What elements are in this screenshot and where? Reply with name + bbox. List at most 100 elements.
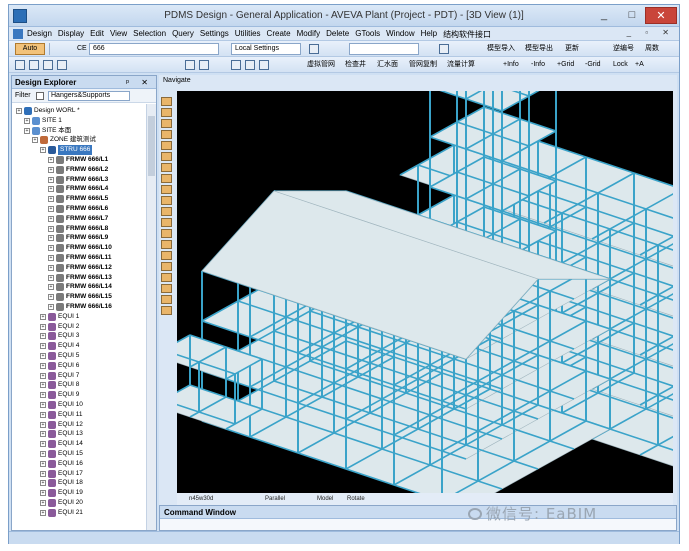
tree-node[interactable]: + FRMW 666/L9 <box>48 233 108 243</box>
expand-icon[interactable]: + <box>40 460 46 467</box>
view-tool-icon[interactable] <box>161 130 172 139</box>
tree-node[interactable]: + EQUI 15 <box>40 449 83 459</box>
expand-icon[interactable]: + <box>48 196 54 203</box>
menu-item[interactable]: Help <box>421 29 437 40</box>
minus-info-button[interactable]: -Info <box>531 59 545 71</box>
week-button[interactable]: 周数 <box>645 43 659 55</box>
view-tool-icon[interactable] <box>161 207 172 216</box>
tree-node[interactable]: + EQUI 10 <box>40 400 83 410</box>
expand-icon[interactable]: + <box>40 353 46 359</box>
view-tool-icon[interactable] <box>161 141 172 150</box>
tree-node[interactable]: + SITE 本面 <box>24 126 71 136</box>
document-icon[interactable] <box>13 29 23 39</box>
tree-node[interactable]: + EQUI 14 <box>40 439 83 449</box>
explorer-scrollbar[interactable] <box>146 104 156 530</box>
tree-node[interactable]: + EQUI 17 <box>40 469 83 479</box>
view-tool-icon[interactable] <box>161 295 172 304</box>
expand-icon[interactable]: + <box>48 304 54 310</box>
view-tool-icon[interactable] <box>161 185 172 194</box>
tree-node[interactable]: + FRMW 666/L1 <box>48 155 108 165</box>
plus-a-button[interactable]: +A <box>635 59 644 71</box>
expand-icon[interactable]: + <box>24 117 30 124</box>
tree-node[interactable]: + EQUI 12 <box>40 420 83 430</box>
plus-info-button[interactable]: +Info <box>503 59 519 71</box>
menu-item[interactable]: Delete <box>326 29 349 40</box>
renumber-button[interactable]: 逆编号 <box>613 43 634 55</box>
expand-icon[interactable]: + <box>40 490 46 497</box>
tree-node[interactable]: + FRMW 666/L2 <box>48 165 108 175</box>
print-icon[interactable] <box>43 60 53 70</box>
view-tool-icon[interactable] <box>161 97 172 106</box>
tree-node[interactable]: + EQUI 6 <box>40 361 79 371</box>
model-export-button[interactable]: 模型导出 <box>525 43 553 55</box>
flow-calc-button[interactable]: 流量计算 <box>447 59 475 71</box>
mdi-controls[interactable]: _ ▫ ✕ <box>627 28 675 37</box>
title-bar[interactable]: PDMS Design - General Application - AVEV… <box>9 5 679 27</box>
pointer-icon[interactable] <box>231 60 241 70</box>
tree-node[interactable]: + SITE 1 <box>24 116 62 126</box>
inspection-well-button[interactable]: 检查井 <box>345 59 366 71</box>
view-tool-icon[interactable] <box>161 262 172 271</box>
expand-icon[interactable]: + <box>48 245 54 252</box>
view-tool-icon[interactable] <box>161 284 172 293</box>
tree-node[interactable]: + FRMW 666/L3 <box>48 175 108 185</box>
element-select[interactable] <box>349 43 419 55</box>
explorer-controls[interactable]: ᵖ ✕ <box>126 76 153 89</box>
tree-node[interactable]: + ZONE 建筑测试 <box>32 135 96 145</box>
play-icon[interactable] <box>259 60 269 70</box>
view-tool-icon[interactable] <box>161 240 172 249</box>
expand-icon[interactable]: + <box>40 147 46 154</box>
tree-node[interactable]: + FRMW 666/L11 <box>48 253 112 263</box>
view-tool-icon[interactable] <box>161 108 172 117</box>
select-icon[interactable] <box>185 60 195 70</box>
expand-icon[interactable]: + <box>40 362 46 369</box>
expand-icon[interactable]: + <box>40 411 46 418</box>
scrollbar-thumb[interactable] <box>148 116 155 176</box>
tree-node[interactable]: + EQUI 2 <box>40 322 79 332</box>
command-window[interactable]: Command Window <box>159 505 677 531</box>
tree-node[interactable]: + EQUI 19 <box>40 488 83 498</box>
virtual-pipe-button[interactable]: 虚拟管网 <box>307 59 335 71</box>
expand-icon[interactable]: + <box>32 137 38 144</box>
expand-icon[interactable]: + <box>24 127 30 134</box>
tree-node[interactable]: + EQUI 8 <box>40 380 79 390</box>
model-import-button[interactable]: 模型导入 <box>487 43 515 55</box>
expand-icon[interactable]: + <box>40 333 46 340</box>
tree-node[interactable]: + EQUI 21 <box>40 508 83 518</box>
expand-icon[interactable]: + <box>40 441 46 448</box>
navigate-back-icon[interactable] <box>309 44 319 54</box>
tree-node[interactable]: + FRMW 666/L4 <box>48 184 108 194</box>
menu-item[interactable]: Utilities <box>235 29 261 40</box>
tree-node[interactable]: + EQUI 18 <box>40 478 83 488</box>
tree-node[interactable]: + EQUI 4 <box>40 341 79 351</box>
copy-icon[interactable] <box>57 60 67 70</box>
expand-icon[interactable]: + <box>48 186 54 193</box>
view-tool-icon[interactable] <box>161 251 172 260</box>
tree-node[interactable]: + FRMW 666/L5 <box>48 194 108 204</box>
expand-icon[interactable]: + <box>48 176 54 183</box>
catchment-button[interactable]: 汇水面 <box>377 59 398 71</box>
auto-button[interactable]: Auto <box>15 43 45 55</box>
tree-node[interactable]: + EQUI 3 <box>40 331 79 341</box>
expand-icon[interactable]: + <box>40 470 46 477</box>
save-icon[interactable] <box>29 60 39 70</box>
pipe-copy-button[interactable]: 管网复制 <box>409 59 437 71</box>
menu-item[interactable]: Window <box>386 29 414 40</box>
filter-select[interactable]: Hangers&Supports <box>48 91 130 101</box>
view-tool-icon[interactable] <box>161 152 172 161</box>
expand-icon[interactable]: + <box>48 235 54 242</box>
expand-icon[interactable]: + <box>16 108 22 114</box>
expand-icon[interactable]: + <box>48 206 54 212</box>
3d-viewport[interactable] <box>177 91 673 493</box>
tree-node[interactable]: + EQUI 13 <box>40 429 83 439</box>
tree-node[interactable]: + FRMW 666/L10 <box>48 243 112 253</box>
view-tool-icon[interactable] <box>161 273 172 282</box>
menu-item[interactable]: Settings <box>200 29 229 40</box>
menu-item[interactable]: Design <box>27 29 52 40</box>
tree-node[interactable]: + EQUI 11 <box>40 410 82 420</box>
view-tool-icon[interactable] <box>161 306 172 315</box>
view-tool-icon[interactable] <box>161 174 172 183</box>
ce-input[interactable]: 666 <box>89 43 219 55</box>
view-tool-icon[interactable] <box>161 196 172 205</box>
tree-node[interactable]: + STRU 666 <box>40 145 93 156</box>
